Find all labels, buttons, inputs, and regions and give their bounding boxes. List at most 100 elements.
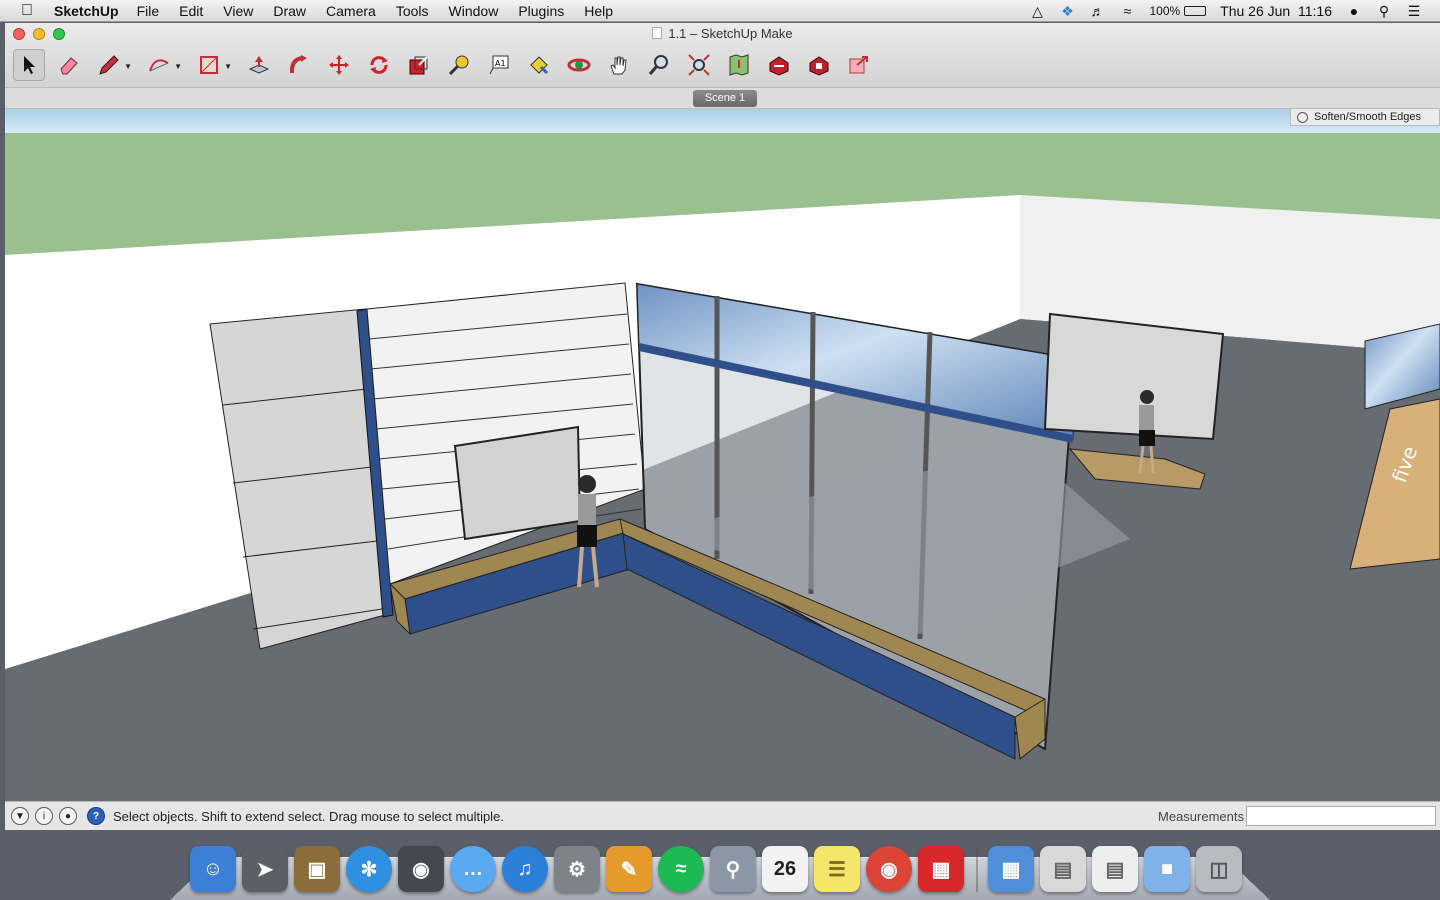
notification-center-icon[interactable]: ☰: [1406, 3, 1422, 19]
menu-window[interactable]: Window: [449, 3, 499, 19]
title-bar: 1.1 – SketchUp Make ▼ ▼ ▼ A1: [5, 23, 1440, 87]
model-viewport[interactable]: five: [5, 109, 1440, 801]
scale-tool[interactable]: [403, 49, 435, 81]
arrow-icon: [24, 56, 35, 74]
geo-location-icon[interactable]: ▼: [11, 807, 29, 825]
sketchup-icon[interactable]: ▦: [918, 846, 964, 892]
finder-icon[interactable]: ☺: [190, 846, 236, 892]
document-icon: [652, 27, 663, 39]
document-stack-icon[interactable]: ▤: [1040, 846, 1086, 892]
rectangle-tool[interactable]: ▼: [193, 49, 232, 81]
chevron-down-icon[interactable]: ▼: [124, 62, 132, 71]
scene-tab[interactable]: Scene 1: [693, 90, 757, 107]
scale-icon: [409, 56, 428, 75]
spotify-icon[interactable]: ≈: [658, 846, 704, 892]
tape-measure-tool[interactable]: [443, 49, 475, 81]
move-tool[interactable]: [323, 49, 355, 81]
user-account-icon[interactable]: ●: [59, 807, 77, 825]
pencil-icon: [99, 55, 119, 75]
text-tool[interactable]: A1: [483, 49, 515, 81]
menu-file[interactable]: File: [137, 3, 160, 19]
menu-camera[interactable]: Camera: [326, 3, 376, 19]
chevron-down-icon[interactable]: ▼: [224, 62, 232, 71]
menu-draw[interactable]: Draw: [273, 3, 306, 19]
share-model-tool[interactable]: [843, 49, 875, 81]
stickies-icon[interactable]: ☰: [814, 846, 860, 892]
zoom-extents-tool[interactable]: [683, 49, 715, 81]
move-icon: [329, 55, 349, 75]
follow-me-icon: [289, 55, 307, 74]
paint-bucket-tool[interactable]: [523, 49, 555, 81]
arc-tool[interactable]: ▼: [143, 49, 182, 81]
3d-warehouse-tool[interactable]: [763, 49, 795, 81]
panel-close-icon[interactable]: [1297, 111, 1308, 123]
extension-warehouse-tool[interactable]: [803, 49, 835, 81]
applications-folder-icon[interactable]: ▦: [988, 846, 1034, 892]
back-screen: [1043, 312, 1225, 441]
eraser-icon: [60, 57, 78, 75]
follow-me-tool[interactable]: [283, 49, 315, 81]
rotate-icon: [370, 56, 388, 74]
apple-menu-icon[interactable]: : [18, 2, 36, 20]
itunes-icon[interactable]: ♫: [502, 846, 548, 892]
zoom-tool[interactable]: [643, 49, 675, 81]
paint-bucket-icon: [530, 56, 549, 75]
menu-bar:  SketchUp File Edit View Draw Camera To…: [0, 0, 1440, 22]
dropbox-icon[interactable]: ❖: [1059, 3, 1075, 19]
folder-icon[interactable]: ■: [1144, 846, 1190, 892]
zoom-extents-icon: [688, 54, 710, 76]
chrome-icon[interactable]: ◉: [866, 846, 912, 892]
system-preferences-icon[interactable]: ⚙: [554, 846, 600, 892]
chevron-down-icon[interactable]: ▼: [174, 62, 182, 71]
add-location-tool[interactable]: [723, 49, 755, 81]
status-bar: ▼ i ● ? Select objects. Shift to extend …: [5, 801, 1440, 830]
extension-icon: [809, 56, 829, 76]
sketchup-window: 1.1 – SketchUp Make ▼ ▼ ▼ A1 Scene 1 fiv…: [5, 23, 1440, 830]
wifi-icon[interactable]: ≈: [1119, 3, 1135, 19]
preview-icon[interactable]: ⚲: [710, 846, 756, 892]
doc-file-icon[interactable]: ▤: [1092, 846, 1138, 892]
messages-icon[interactable]: …: [450, 846, 496, 892]
eraser-tool[interactable]: [53, 49, 85, 81]
measurements-input[interactable]: [1246, 806, 1436, 826]
push-pull-icon: [248, 56, 270, 74]
orbit-tool[interactable]: [563, 49, 595, 81]
launchpad-icon[interactable]: ➤: [242, 846, 288, 892]
user-icon[interactable]: ●: [1346, 3, 1362, 19]
trash-icon[interactable]: ◫: [1196, 846, 1242, 892]
menu-plugins[interactable]: Plugins: [518, 3, 564, 19]
menu-tools[interactable]: Tools: [396, 3, 429, 19]
select-tool[interactable]: [13, 49, 45, 81]
pencil-tool[interactable]: ▼: [93, 49, 132, 81]
pan-tool[interactable]: [603, 49, 635, 81]
menu-view[interactable]: View: [223, 3, 253, 19]
toolbar: ▼ ▼ ▼ A1: [13, 47, 883, 83]
battery-icon[interactable]: [1184, 6, 1207, 16]
measurements-label: Measurements: [1158, 809, 1244, 824]
facetime-icon[interactable]: ◉: [398, 846, 444, 892]
help-icon[interactable]: ?: [87, 807, 105, 825]
volume-icon[interactable]: ♬: [1089, 3, 1105, 19]
scene-tab-bar: Scene 1: [5, 87, 1440, 109]
arc-icon: [149, 59, 169, 72]
app-menu[interactable]: SketchUp: [54, 3, 119, 19]
notification-bell-icon[interactable]: △: [1029, 3, 1045, 19]
rotate-tool[interactable]: [363, 49, 395, 81]
warehouse-icon: [769, 56, 789, 76]
menu-edit[interactable]: Edit: [179, 3, 203, 19]
photo-booth-icon[interactable]: ▣: [294, 846, 340, 892]
dock: ☺ ➤ ▣ ✻ ◉ … ♫ ⚙ ✎ ≈ ⚲ 26 ☰ ◉ ▦ ▦ ▤ ▤ ■ ◫: [190, 836, 1248, 892]
push-pull-tool[interactable]: [243, 49, 275, 81]
window-title-text: 1.1 – SketchUp Make: [668, 26, 793, 41]
spotlight-search-icon[interactable]: ⚲: [1376, 3, 1392, 19]
calendar-icon[interactable]: 26: [762, 846, 808, 892]
credits-icon[interactable]: i: [35, 807, 53, 825]
orbit-icon: [567, 58, 591, 72]
hand-icon: [610, 56, 627, 75]
menu-help[interactable]: Help: [584, 3, 613, 19]
soften-smooth-edges-panel[interactable]: Soften/Smooth Edges: [1290, 108, 1440, 126]
svg-text:A1: A1: [495, 59, 506, 68]
safari-icon[interactable]: ✻: [346, 846, 392, 892]
pages-icon[interactable]: ✎: [606, 846, 652, 892]
clock[interactable]: Thu 26 Jun 11:16: [1220, 3, 1332, 19]
